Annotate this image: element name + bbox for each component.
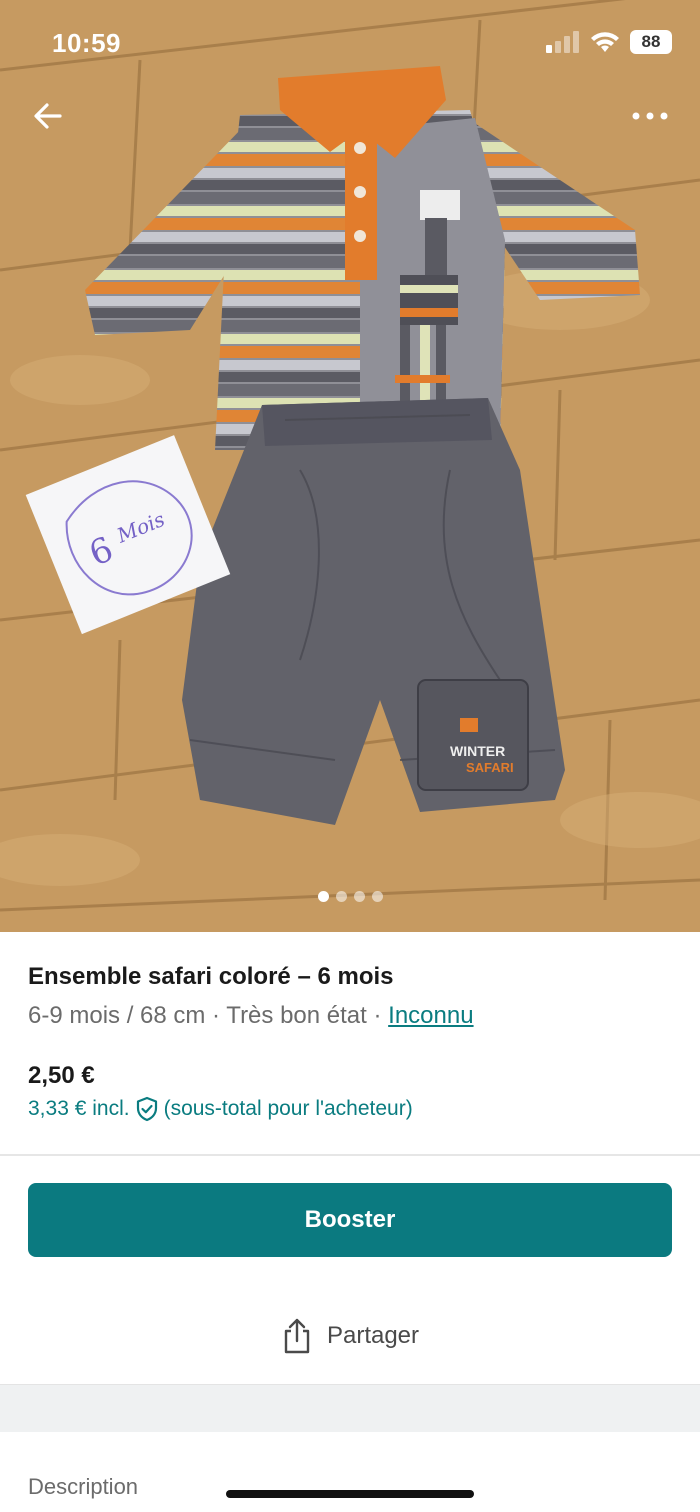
item-meta: 6-9 mois / 68 cm · Très bon état · Incon… [28, 996, 672, 1036]
description-heading: Description [28, 1474, 139, 1499]
back-arrow-icon[interactable] [30, 98, 66, 134]
status-icons: 88 [546, 30, 672, 54]
meta-separator: · [366, 1002, 389, 1029]
share-icon [284, 1318, 310, 1354]
product-image: WINTER SAFARI 6 Mois [0, 0, 700, 932]
carousel-dot [371, 891, 383, 902]
item-title: Ensemble safari coloré – 6 mois [28, 963, 394, 990]
carousel-dot [317, 891, 329, 902]
buyer-protection-price[interactable]: 3,33 € incl. (sous-total pour l'acheteur… [28, 1096, 413, 1122]
product-photo[interactable]: WINTER SAFARI 6 Mois 10:59 88 [0, 0, 700, 932]
price-incl-note: (sous-total pour l'acheteur) [163, 1097, 413, 1120]
carousel-indicator [0, 891, 700, 902]
section-separator [0, 1384, 700, 1432]
item-price: 2,50 € [28, 1062, 95, 1089]
item-condition: Très bon état [226, 1002, 367, 1029]
divider [0, 1154, 700, 1156]
share-label: Partager [326, 1322, 420, 1349]
status-time: 10:59 [52, 28, 121, 58]
more-options-icon[interactable] [628, 104, 672, 128]
item-info: Ensemble safari coloré – 6 mois 6-9 mois… [28, 958, 672, 1036]
cellular-signal-icon [546, 31, 579, 53]
wifi-icon [591, 32, 619, 52]
booster-button[interactable]: Booster [28, 1183, 672, 1257]
battery-indicator: 88 [630, 30, 672, 54]
shield-check-icon [136, 1096, 157, 1122]
pocket-text-2: SAFARI [466, 760, 514, 775]
pocket-text-1: WINTER [450, 743, 505, 759]
status-bar: 10:59 88 [0, 0, 700, 90]
share-button[interactable]: Partager [0, 1306, 700, 1366]
home-indicator[interactable] [226, 1490, 474, 1498]
carousel-dot [335, 891, 347, 902]
item-brand-link[interactable]: Inconnu [388, 1002, 473, 1029]
carousel-dot [353, 891, 365, 902]
meta-separator: · [205, 1002, 227, 1029]
item-size: 6-9 mois / 68 cm [28, 1002, 206, 1029]
price-incl: 3,33 € incl. [28, 1097, 130, 1120]
